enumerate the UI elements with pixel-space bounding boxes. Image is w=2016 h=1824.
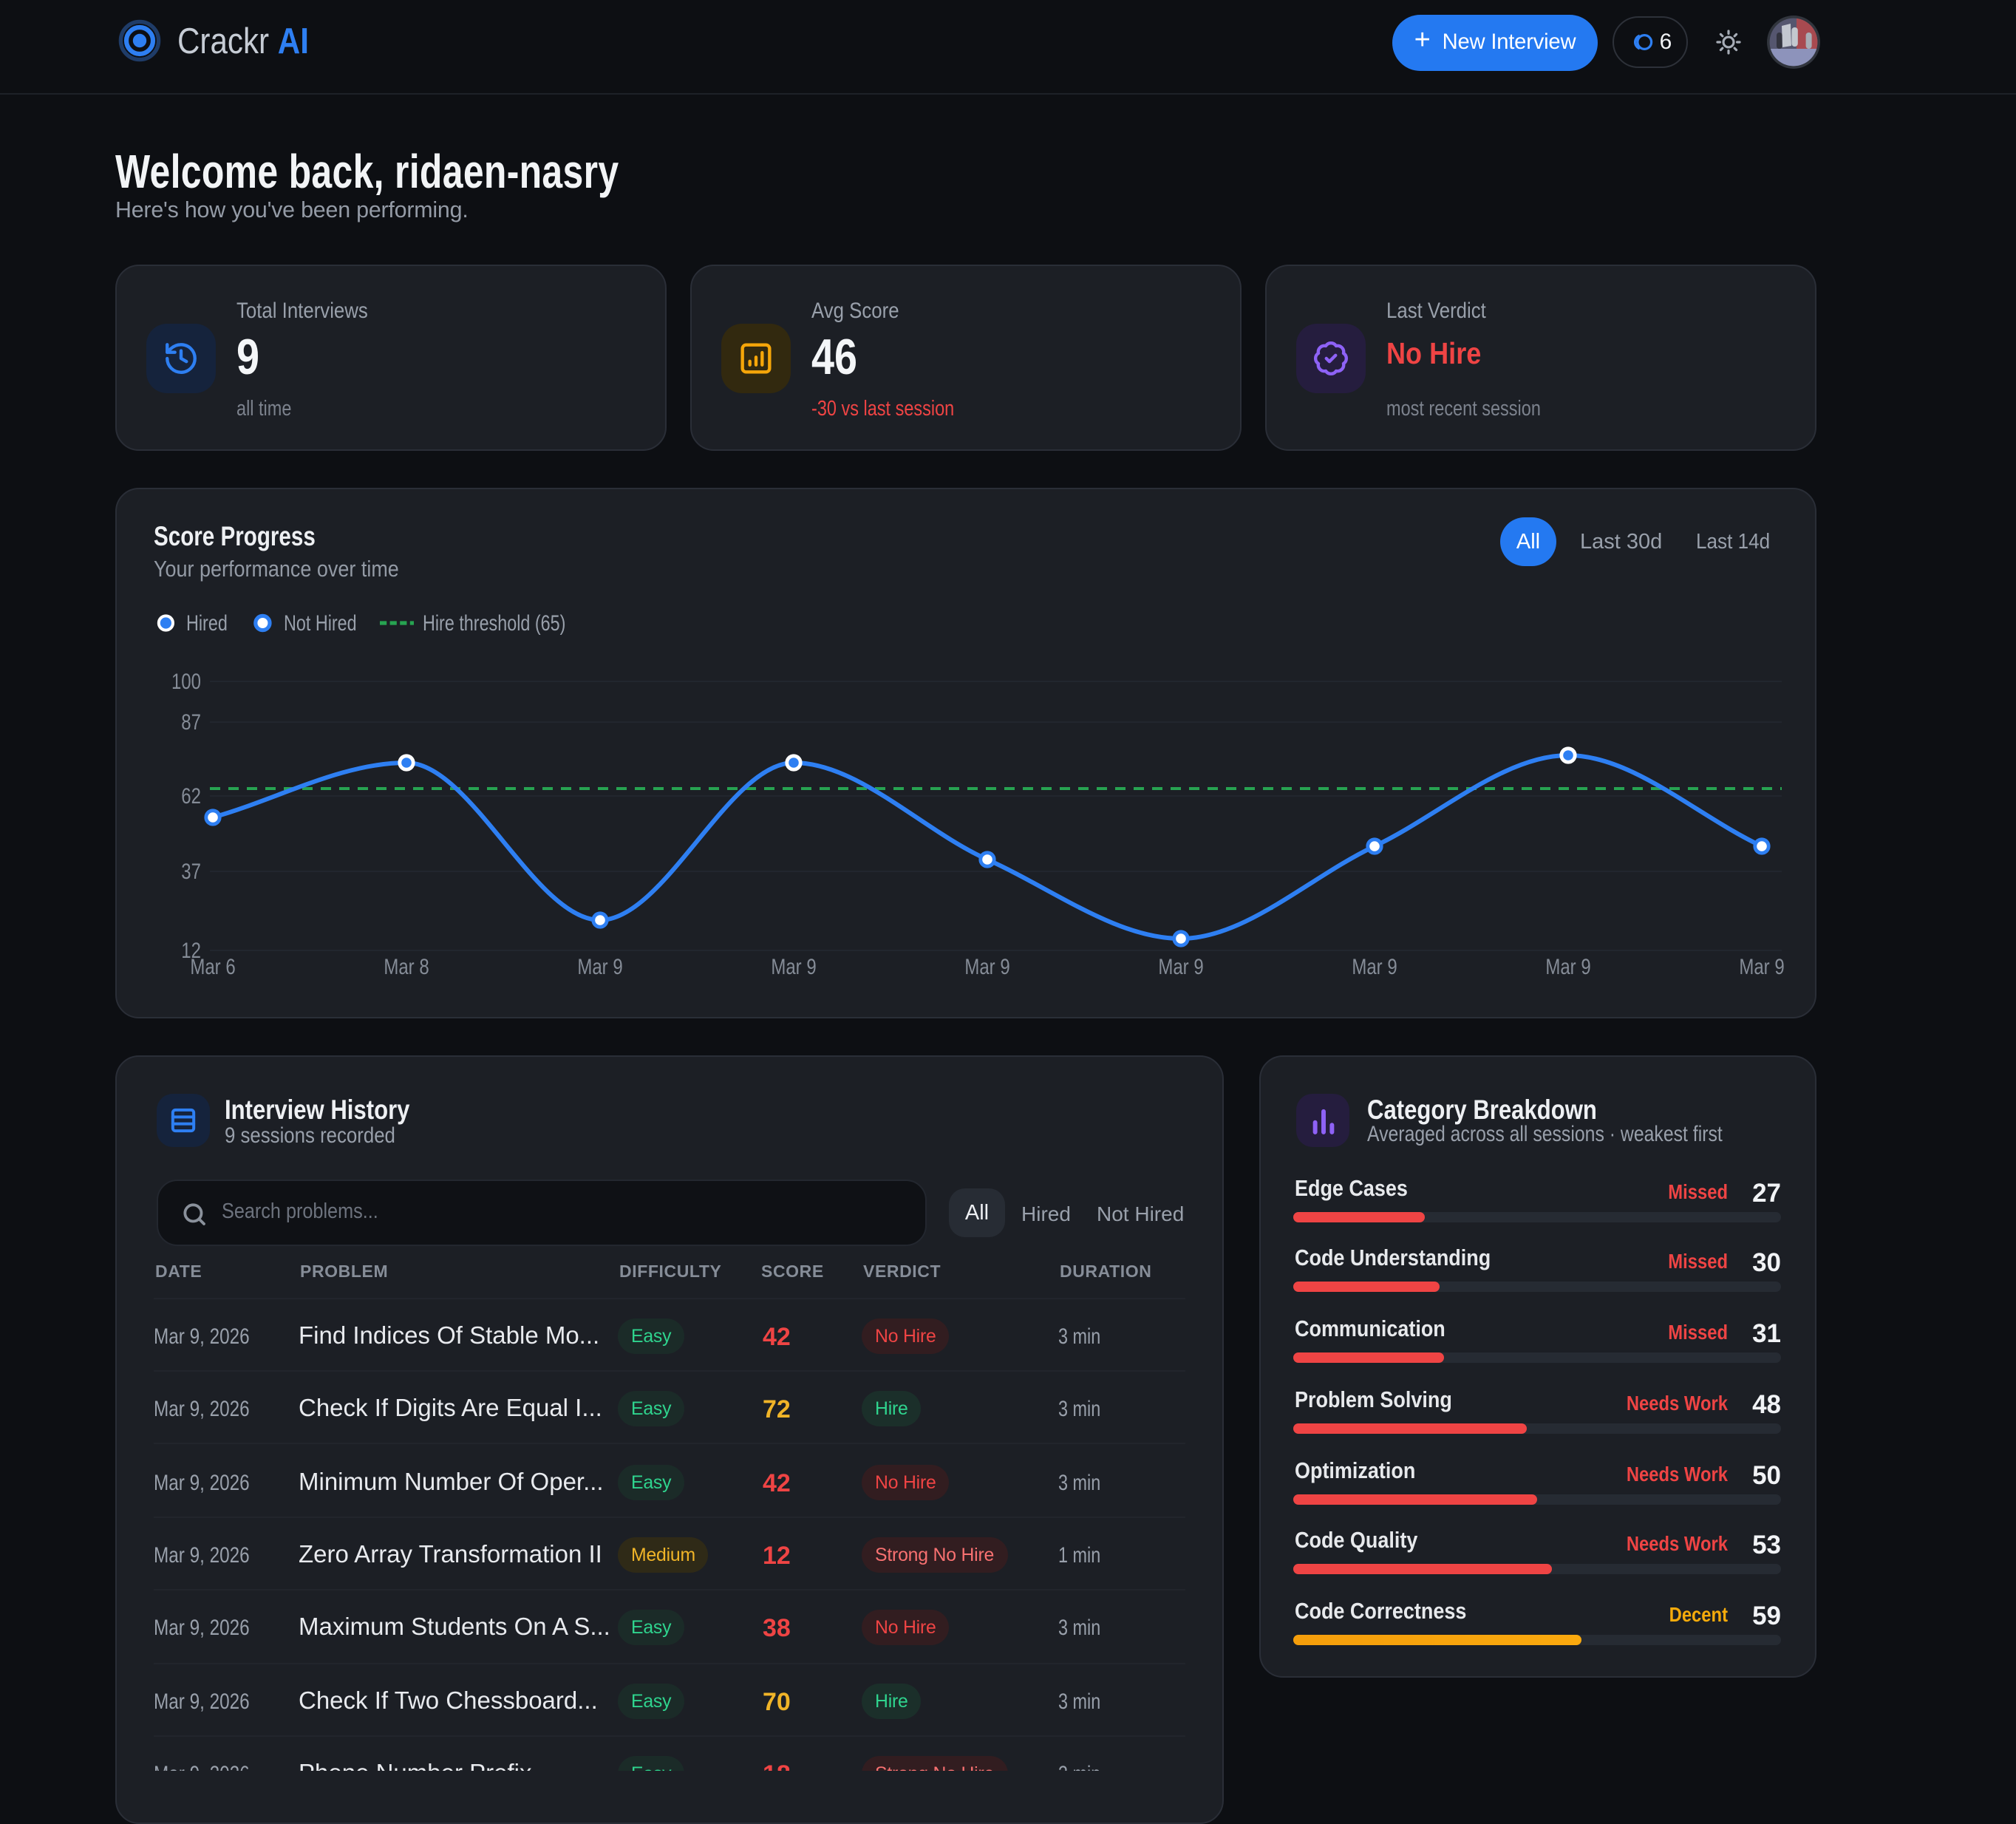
svg-text:Mar 9: Mar 9 [771, 953, 816, 979]
svg-text:Mar 9: Mar 9 [1352, 953, 1397, 979]
svg-text:Hired: Hired [186, 610, 228, 635]
svg-text:Hire threshold (65): Hire threshold (65) [423, 610, 565, 635]
svg-text:Mar 8: Mar 8 [384, 953, 429, 979]
svg-text:Mar 6: Mar 6 [190, 953, 235, 979]
svg-text:62: 62 [181, 783, 201, 808]
svg-text:37: 37 [181, 858, 201, 883]
svg-text:100: 100 [171, 668, 201, 693]
svg-text:Mar 9: Mar 9 [577, 953, 622, 979]
svg-text:Mar 9: Mar 9 [1545, 953, 1590, 979]
svg-text:87: 87 [181, 709, 201, 734]
svg-text:Not Hired: Not Hired [284, 610, 357, 635]
svg-text:Mar 9: Mar 9 [1739, 953, 1784, 979]
svg-text:Mar 9: Mar 9 [1158, 953, 1203, 979]
svg-text:Mar 9: Mar 9 [964, 953, 1009, 979]
